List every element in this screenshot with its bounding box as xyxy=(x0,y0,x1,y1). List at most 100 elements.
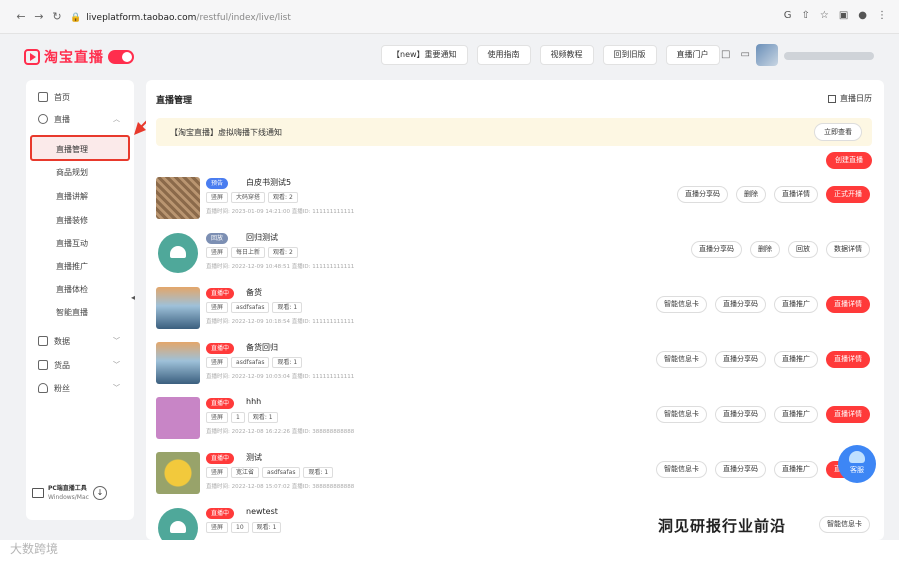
row-action-button[interactable]: 数据详情 xyxy=(826,241,870,258)
top-nav-guide[interactable]: 使用指南 xyxy=(476,45,531,65)
row-action-button[interactable]: 直播推广 xyxy=(774,461,818,478)
profile-icon[interactable]: ● xyxy=(858,10,867,21)
fans-icon xyxy=(38,383,48,393)
tag: 竖屏 xyxy=(206,247,229,258)
live-title[interactable]: newtest xyxy=(246,507,278,516)
back-icon[interactable]: ← xyxy=(12,10,30,23)
translate-icon[interactable]: G xyxy=(784,10,792,21)
service-label: 客服 xyxy=(850,466,864,474)
sidebar-item-live-manage[interactable]: 直播管理 xyxy=(30,135,130,161)
live-title[interactable]: 测试 xyxy=(246,452,262,463)
live-thumbnail[interactable] xyxy=(156,452,200,494)
sidebar-item-label: 直播 xyxy=(54,114,70,124)
sidebar-item-fans[interactable]: 粉丝 ﹀ xyxy=(26,379,134,397)
sidebar-item-data[interactable]: 数据 ﹀ xyxy=(26,332,134,350)
top-nav-video[interactable]: 视频教程 xyxy=(539,45,594,65)
live-thumbnail[interactable] xyxy=(156,342,200,384)
row-action-button[interactable]: 直播分享码 xyxy=(715,406,766,423)
window-icon[interactable]: □ xyxy=(721,49,730,60)
live-thumbnail[interactable] xyxy=(156,287,200,329)
row-action-button[interactable]: 智能信息卡 xyxy=(656,406,707,423)
goods-icon xyxy=(38,360,48,370)
address-bar[interactable]: 🔒 liveplatform.taobao.com /restful/index… xyxy=(70,8,830,28)
row-action-button[interactable]: 正式开播 xyxy=(826,186,870,203)
tag: 观看: 1 xyxy=(303,467,334,478)
live-meta: 直播时间: 2022-12-09 10:48:51 直播ID: 11111111… xyxy=(206,264,355,270)
sidebar-sub-item[interactable]: 直播装修 xyxy=(56,215,88,226)
row-action-button[interactable]: 直播分享码 xyxy=(691,241,742,258)
live-thumbnail[interactable] xyxy=(156,397,200,439)
live-thumbnail[interactable] xyxy=(156,232,200,274)
sidebar-sub-item[interactable]: 直播互动 xyxy=(56,238,88,249)
row-action-button[interactable]: 删除 xyxy=(750,241,780,258)
row-action-button[interactable]: 直播分享码 xyxy=(715,461,766,478)
top-nav-portal[interactable]: 直播门户 xyxy=(665,45,720,65)
sidebar-sub-item[interactable]: 直播讲解 xyxy=(56,191,88,202)
tag: 观看: 2 xyxy=(268,192,298,203)
tag: 竖屏 xyxy=(206,357,229,368)
sidebar-item-label: 首页 xyxy=(54,92,70,102)
live-title[interactable]: 白皮书测试5 xyxy=(246,177,291,188)
live-calendar-link[interactable]: 直播日历 xyxy=(828,93,872,104)
forward-icon[interactable]: → xyxy=(30,10,48,23)
top-nav-old-version[interactable]: 回到旧版 xyxy=(602,45,657,65)
row-action-button[interactable]: 直播分享码 xyxy=(715,296,766,313)
row-action-button[interactable]: 直播推广 xyxy=(774,406,818,423)
lock-icon: 🔒 xyxy=(70,13,82,23)
row-action-button[interactable]: 删除 xyxy=(736,186,766,203)
row-action-button[interactable]: 智能信息卡 xyxy=(656,351,707,368)
star-icon[interactable]: ☆ xyxy=(820,10,829,21)
monitor-icon xyxy=(32,488,44,498)
top-nav-notice[interactable]: 【new】重要通知 xyxy=(381,45,468,65)
view-now-button[interactable]: 立即查看 xyxy=(814,123,862,141)
top-nav: 【new】重要通知 使用指南 视频教程 回到旧版 直播门户 xyxy=(381,45,720,65)
status-badge: 直播中 xyxy=(206,453,235,464)
sidebar-sub-item[interactable]: 直播推广 xyxy=(56,261,88,272)
tag: 观看: 1 xyxy=(251,522,282,533)
sidebar-item-home[interactable]: 首页 xyxy=(26,88,134,106)
collapse-sidebar-icon[interactable]: ◂ xyxy=(131,293,135,302)
sidebar-item-goods[interactable]: 货品 ﹀ xyxy=(26,356,134,374)
main-panel: 直播管理 直播日历 【淘宝直播】虚拟嗨播下线通知 立即查看 创建直播 预告 白皮书… xyxy=(146,80,884,540)
taobao-live-logo[interactable]: 淘宝直播 xyxy=(24,47,134,67)
menu-icon[interactable]: ⋮ xyxy=(877,10,887,21)
row-action-button[interactable]: 直播分享码 xyxy=(677,186,728,203)
share-icon[interactable]: ⇧ xyxy=(801,10,809,21)
tag: 观看: 1 xyxy=(272,302,303,313)
message-icon[interactable]: ▭ xyxy=(740,49,749,60)
row-action-button[interactable]: 直播推广 xyxy=(774,296,818,313)
row-action-button[interactable]: 智能信息卡 xyxy=(819,516,870,533)
live-title[interactable]: 回归测试 xyxy=(246,232,278,243)
avatar[interactable] xyxy=(756,44,778,66)
row-action-button[interactable]: 智能信息卡 xyxy=(656,296,707,313)
live-thumbnail[interactable] xyxy=(156,177,200,219)
live-title[interactable]: 备货 xyxy=(246,287,262,298)
create-live-button[interactable]: 创建直播 xyxy=(826,152,872,169)
row-action-button[interactable]: 直播详情 xyxy=(826,406,870,423)
live-thumbnail[interactable] xyxy=(156,507,200,540)
sidebar-item-live[interactable]: 直播 ︿ xyxy=(26,110,134,128)
live-title[interactable]: hhh xyxy=(246,397,261,406)
pc-live-tool[interactable]: PC端直播工具 Windows/Mac ↓ xyxy=(32,476,128,510)
sidebar-sub-item[interactable]: 直播体检 xyxy=(56,284,88,295)
pc-tool-subtitle: Windows/Mac xyxy=(48,494,89,501)
customer-service-button[interactable]: 客服 xyxy=(838,445,876,483)
row-action-button[interactable]: 回放 xyxy=(788,241,818,258)
row-action-button[interactable]: 直播详情 xyxy=(774,186,818,203)
browser-toolbar: ← → ↻ 🔒 liveplatform.taobao.com /restful… xyxy=(0,0,899,34)
row-action-button[interactable]: 智能信息卡 xyxy=(656,461,707,478)
download-icon[interactable]: ↓ xyxy=(92,486,107,500)
user-name-blurred[interactable] xyxy=(784,52,874,60)
sidebar-sub-item[interactable]: 商品规划 xyxy=(56,167,88,178)
sidebar-sub-item[interactable]: 智能直播 xyxy=(56,307,88,318)
reload-icon[interactable]: ↻ xyxy=(48,10,66,23)
row-action-button[interactable]: 直播详情 xyxy=(826,351,870,368)
row-action-button[interactable]: 直播分享码 xyxy=(715,351,766,368)
live-title[interactable]: 备货回归 xyxy=(246,342,278,353)
sidebar-icon[interactable]: ▣ xyxy=(839,10,848,21)
watermark-text: 洞见研报行业前沿 xyxy=(658,517,787,535)
row-action-button[interactable]: 直播推广 xyxy=(774,351,818,368)
row-action-button[interactable]: 直播详情 xyxy=(826,296,870,313)
row-actions: 智能信息卡直播分享码直播推广直播详情 xyxy=(656,406,870,423)
row-actions: 直播分享码 删除 回放 数据详情 xyxy=(691,241,870,258)
